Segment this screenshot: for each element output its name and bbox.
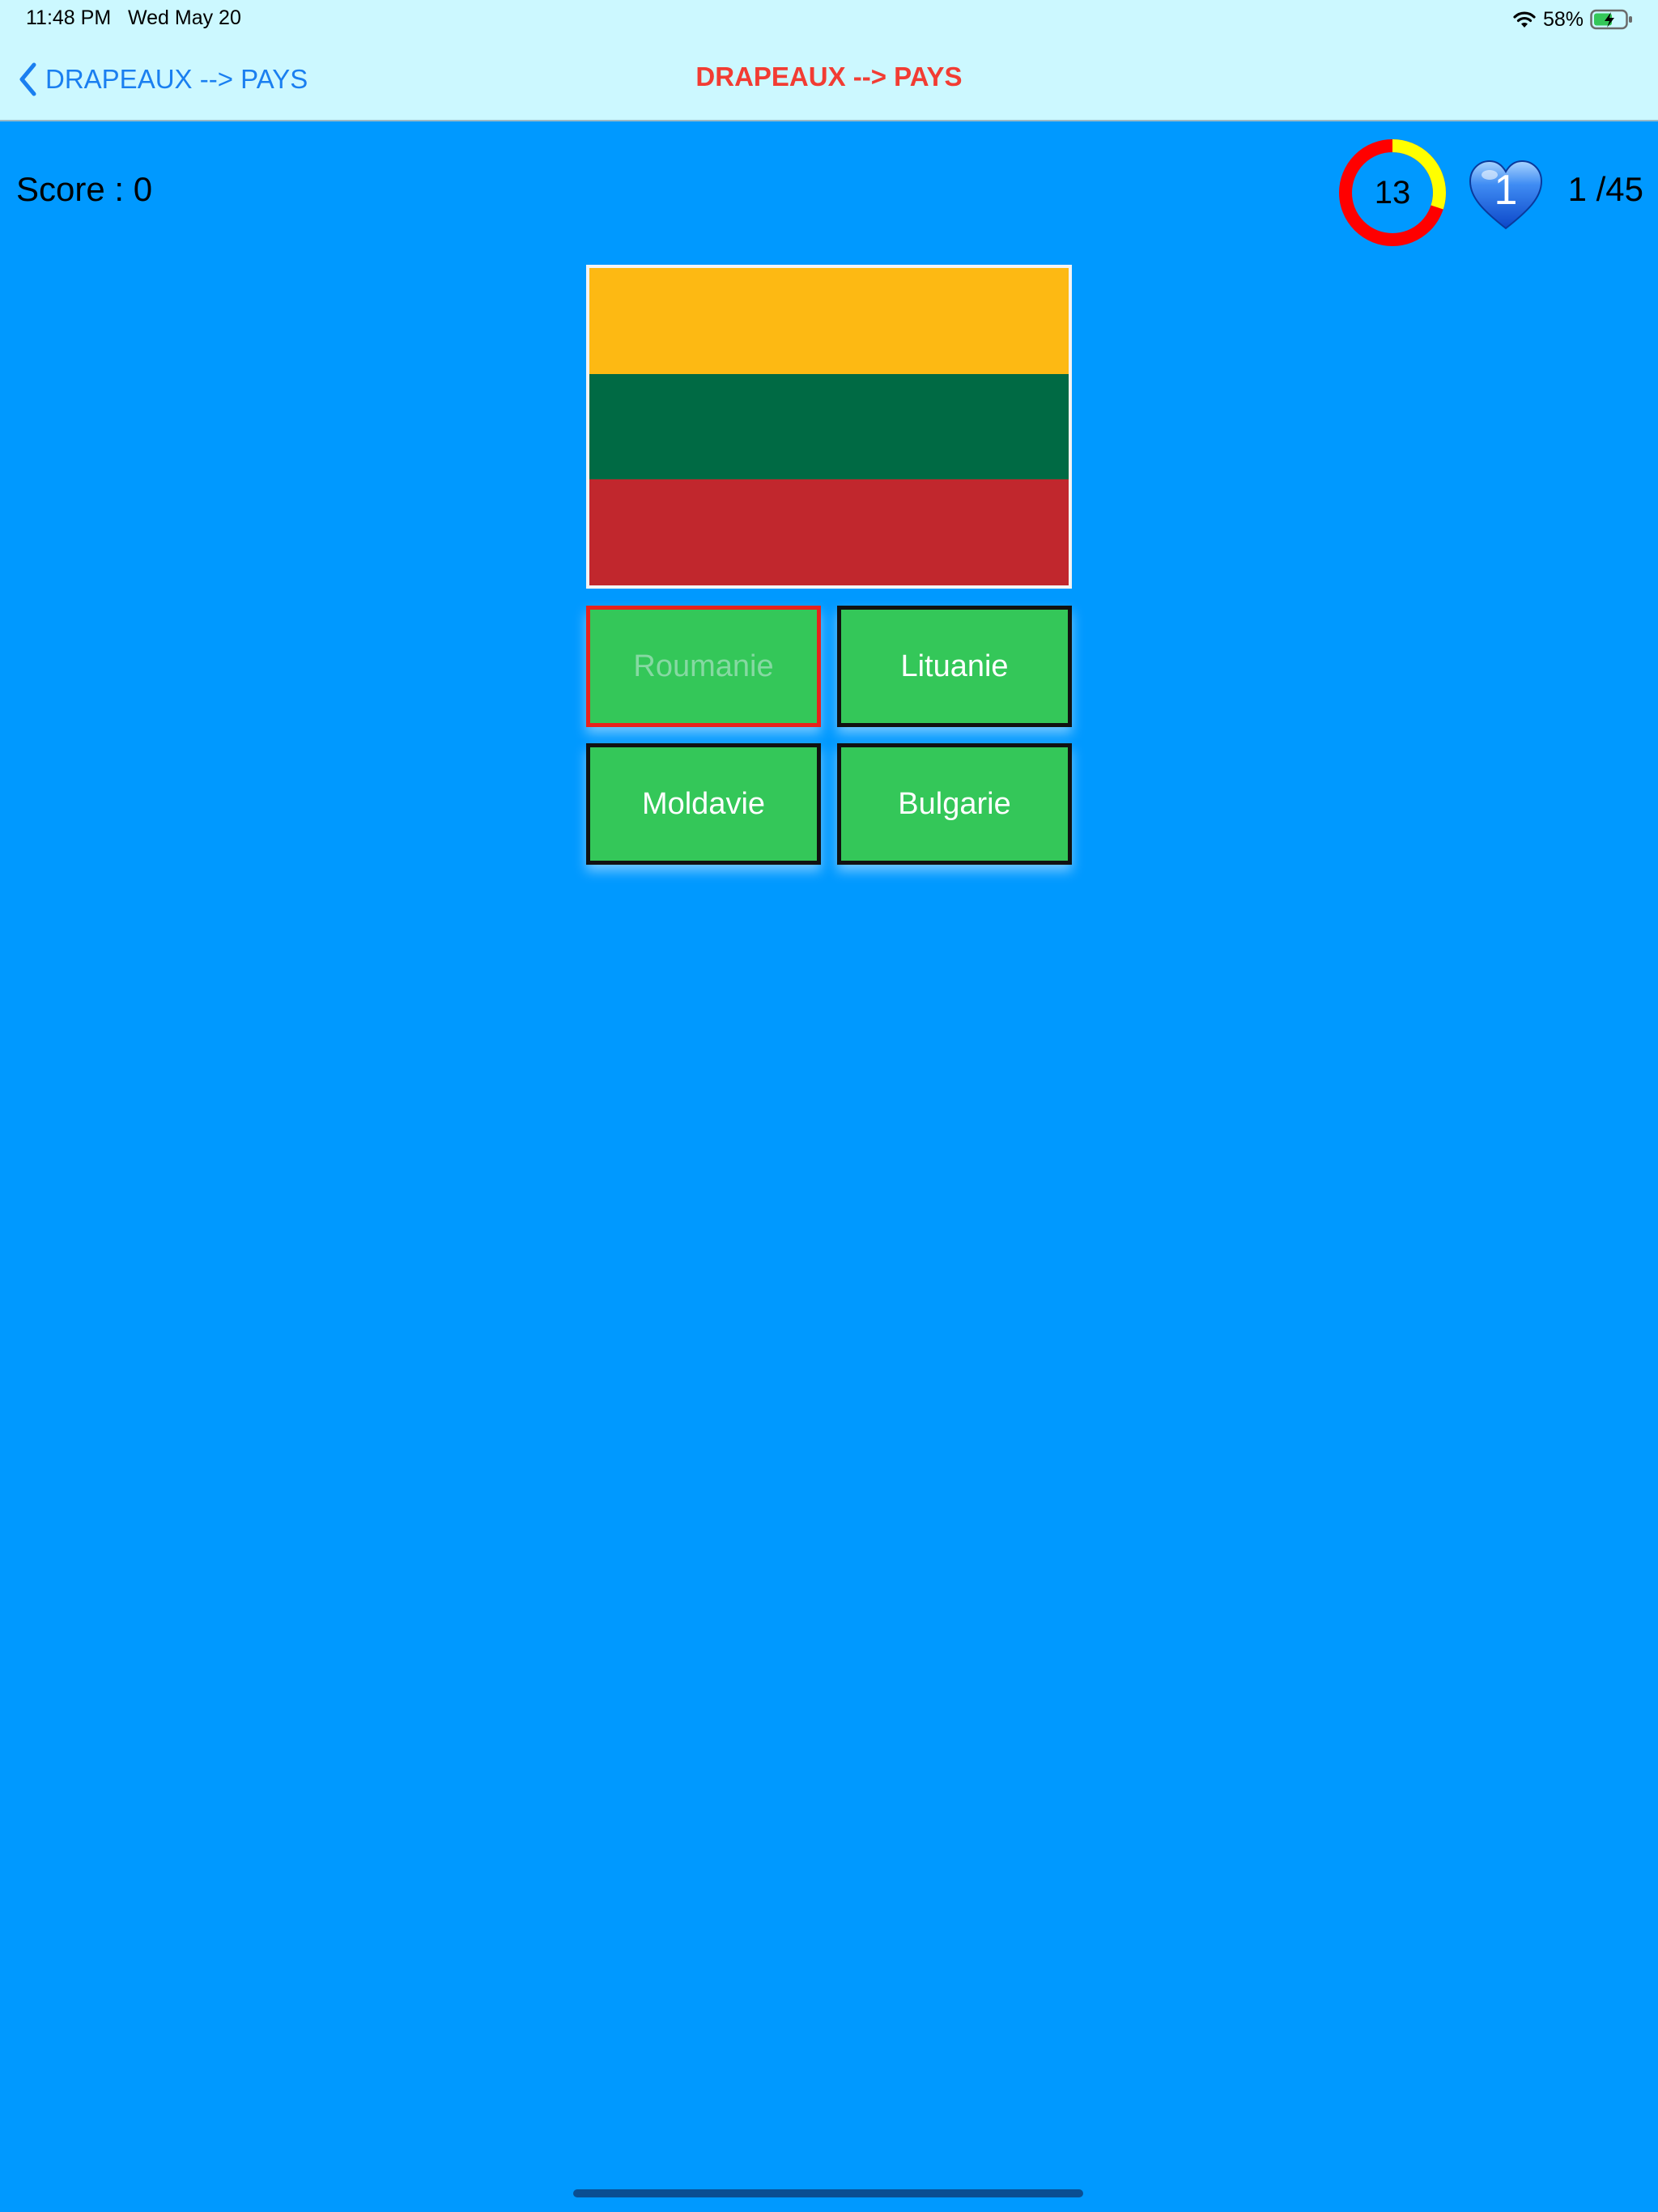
answer-button-1[interactable]: Roumanie — [586, 606, 821, 727]
timer-value: 13 — [1374, 175, 1411, 211]
lives: 1 — [1465, 155, 1546, 236]
flag-stripe-top — [589, 268, 1069, 374]
question-counter: 1 /45 — [1567, 170, 1643, 208]
nav-bar: DRAPEAUX --> PAYS DRAPEAUX --> PAYS — [0, 39, 1658, 121]
timer: 13 — [1336, 136, 1449, 249]
answer-button-4[interactable]: Bulgarie — [837, 743, 1072, 865]
answer-button-3[interactable]: Moldavie — [586, 743, 821, 865]
flag-stripe-middle — [589, 373, 1069, 480]
score-label: Score : 0 — [16, 170, 153, 208]
home-indicator — [573, 2189, 1083, 2197]
status-time: 11:48 PM Wed May 20 — [26, 6, 241, 29]
status-bar: 11:48 PM Wed May 20 58% — [0, 0, 1658, 39]
flag-lithuania-icon — [586, 265, 1072, 589]
answer-button-2[interactable]: Lituanie — [837, 606, 1072, 727]
status-indicators: 58% — [1512, 6, 1634, 32]
flag-stripe-bottom — [589, 479, 1069, 585]
battery-percent: 58% — [1542, 7, 1584, 31]
wifi-icon — [1513, 11, 1536, 28]
battery-charging-icon — [1590, 9, 1632, 30]
nav-title: DRAPEAUX --> PAYS — [695, 62, 963, 91]
lives-value: 1 — [1494, 167, 1518, 214]
